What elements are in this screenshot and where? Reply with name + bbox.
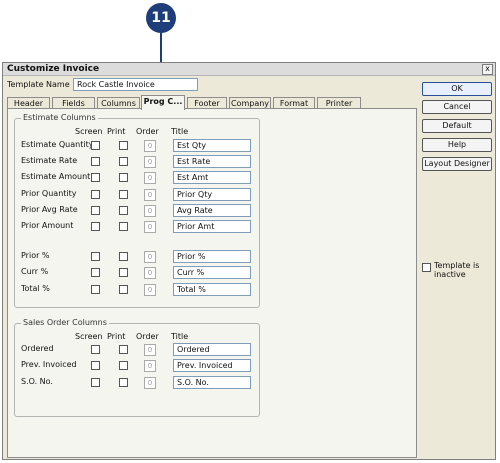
estimate_columns-title-field[interactable]: Prior Amt — [173, 220, 251, 233]
estimate_columns-title-field[interactable]: Prior Qty — [173, 188, 251, 201]
estimate-columns-legend: Estimate Columns — [21, 113, 98, 122]
template-inactive-label: Template is inactive — [434, 261, 480, 279]
estimate_columns-screen-checkbox[interactable] — [91, 222, 100, 231]
estimate_columns-title-field[interactable]: Prior % — [173, 250, 251, 263]
estimate_columns-title-field[interactable]: Curr % — [173, 266, 251, 279]
estimate_columns-print-checkbox[interactable] — [119, 190, 128, 199]
estimate_columns-row-label: Curr % — [21, 267, 49, 276]
estimate_columns-screen-checkbox[interactable] — [91, 252, 100, 261]
tab-strip: Header Fields Columns Prog C... Footer C… — [7, 95, 417, 110]
estimate_columns-screen-checkbox[interactable] — [91, 268, 100, 277]
estimate_columns-order-field[interactable]: 0 — [144, 156, 156, 168]
cancel-button[interactable]: Cancel — [422, 100, 492, 114]
estimate_columns-print-checkbox[interactable] — [119, 268, 128, 277]
estimate_columns-order-field[interactable]: 0 — [144, 189, 156, 201]
estimate_columns-row-label: Estimate Quantity — [21, 140, 94, 149]
estimate_columns-order-field[interactable]: 0 — [144, 140, 156, 152]
sales_order_columns-title-field[interactable]: Ordered — [173, 343, 251, 356]
sales_order_columns-row-label: Ordered — [21, 344, 54, 353]
layout-designer-button[interactable]: Layout Designer — [422, 157, 492, 171]
estimate_columns-header-screen: Screen — [75, 127, 103, 136]
sales_order_columns-print-checkbox[interactable] — [119, 378, 128, 387]
estimate_columns-order-field[interactable]: 0 — [144, 267, 156, 279]
estimate_columns-title-field[interactable]: Est Rate — [173, 155, 251, 168]
estimate_columns-title-field[interactable]: Est Amt — [173, 171, 251, 184]
sales_order_columns-screen-checkbox[interactable] — [91, 345, 100, 354]
sales_order_columns-print-checkbox[interactable] — [119, 361, 128, 370]
estimate_columns-screen-checkbox[interactable] — [91, 190, 100, 199]
sales_order_columns-row-label: Prev. Invoiced — [21, 360, 77, 369]
estimate_columns-print-checkbox[interactable] — [119, 285, 128, 294]
sales_order_columns-print-checkbox[interactable] — [119, 345, 128, 354]
template-inactive-checkbox[interactable] — [422, 263, 431, 272]
estimate_columns-row-label: Prior % — [21, 251, 50, 260]
estimate_columns-screen-checkbox[interactable] — [91, 285, 100, 294]
estimate_columns-row-label: Prior Avg Rate — [21, 205, 78, 214]
estimate_columns-row-label: Estimate Amount — [21, 172, 91, 181]
help-button[interactable]: Help — [422, 138, 492, 152]
default-button[interactable]: Default — [422, 119, 492, 133]
sales-order-columns-legend: Sales Order Columns — [21, 318, 109, 327]
step-callout-badge: 11 — [146, 3, 176, 33]
template-name-field[interactable]: Rock Castle Invoice — [73, 78, 198, 91]
estimate_columns-screen-checkbox[interactable] — [91, 206, 100, 215]
sales_order_columns-header-title: Title — [171, 332, 189, 341]
estimate_columns-title-field[interactable]: Avg Rate — [173, 204, 251, 217]
estimate_columns-screen-checkbox[interactable] — [91, 141, 100, 150]
sales_order_columns-header-print: Print — [107, 332, 126, 341]
sales_order_columns-row-label: S.O. No. — [21, 377, 53, 386]
estimate_columns-order-field[interactable]: 0 — [144, 284, 156, 296]
estimate_columns-print-checkbox[interactable] — [119, 252, 128, 261]
ok-button[interactable]: OK — [422, 82, 492, 96]
sales_order_columns-order-field[interactable]: 0 — [144, 377, 156, 389]
dialog-title: Customize Invoice — [7, 64, 100, 74]
sales_order_columns-screen-checkbox[interactable] — [91, 378, 100, 387]
sales_order_columns-header-order: Order — [136, 332, 159, 341]
sales-order-columns-group: Sales Order Columns Screen Print Order Titl… — [14, 318, 260, 417]
estimate_columns-title-field[interactable]: Total % — [173, 283, 251, 296]
estimate_columns-order-field[interactable]: 0 — [144, 172, 156, 184]
estimate_columns-print-checkbox[interactable] — [119, 157, 128, 166]
estimate_columns-row-label: Total % — [21, 284, 50, 293]
estimate_columns-screen-checkbox[interactable] — [91, 173, 100, 182]
sales_order_columns-order-field[interactable]: 0 — [144, 344, 156, 356]
sales_order_columns-header-screen: Screen — [75, 332, 103, 341]
estimate_columns-print-checkbox[interactable] — [119, 173, 128, 182]
estimate_columns-row-label: Prior Quantity — [21, 189, 77, 198]
estimate_columns-print-checkbox[interactable] — [119, 222, 128, 231]
estimate_columns-title-field[interactable]: Est Qty — [173, 139, 251, 152]
estimate_columns-header-order: Order — [136, 127, 159, 136]
template-name-label: Template Name — [7, 80, 70, 89]
estimate_columns-order-field[interactable]: 0 — [144, 205, 156, 217]
estimate_columns-row-label: Prior Amount — [21, 221, 74, 230]
estimate_columns-order-field[interactable]: 0 — [144, 251, 156, 263]
tab-prog-cols[interactable]: Prog C... — [141, 95, 185, 110]
estimate_columns-header-print: Print — [107, 127, 126, 136]
title-bar: Customize Invoice x — [3, 63, 495, 76]
estimate_columns-order-field[interactable]: 0 — [144, 221, 156, 233]
sales_order_columns-title-field[interactable]: Prev. Invoiced — [173, 359, 251, 372]
sales_order_columns-title-field[interactable]: S.O. No. — [173, 376, 251, 389]
estimate-columns-group: Estimate Columns Screen Print Order Title Es… — [14, 113, 260, 308]
estimate_columns-row-label: Estimate Rate — [21, 156, 78, 165]
customize-invoice-dialog: Customize Invoice x Template Name Rock C… — [2, 62, 496, 460]
estimate_columns-header-title: Title — [171, 127, 189, 136]
close-icon[interactable]: x — [482, 64, 493, 75]
estimate_columns-print-checkbox[interactable] — [119, 206, 128, 215]
estimate_columns-screen-checkbox[interactable] — [91, 157, 100, 166]
sales_order_columns-order-field[interactable]: 0 — [144, 360, 156, 372]
estimate_columns-print-checkbox[interactable] — [119, 141, 128, 150]
sales_order_columns-screen-checkbox[interactable] — [91, 361, 100, 370]
prog-cols-panel: Estimate Columns Screen Print Order Title Es… — [7, 108, 417, 458]
